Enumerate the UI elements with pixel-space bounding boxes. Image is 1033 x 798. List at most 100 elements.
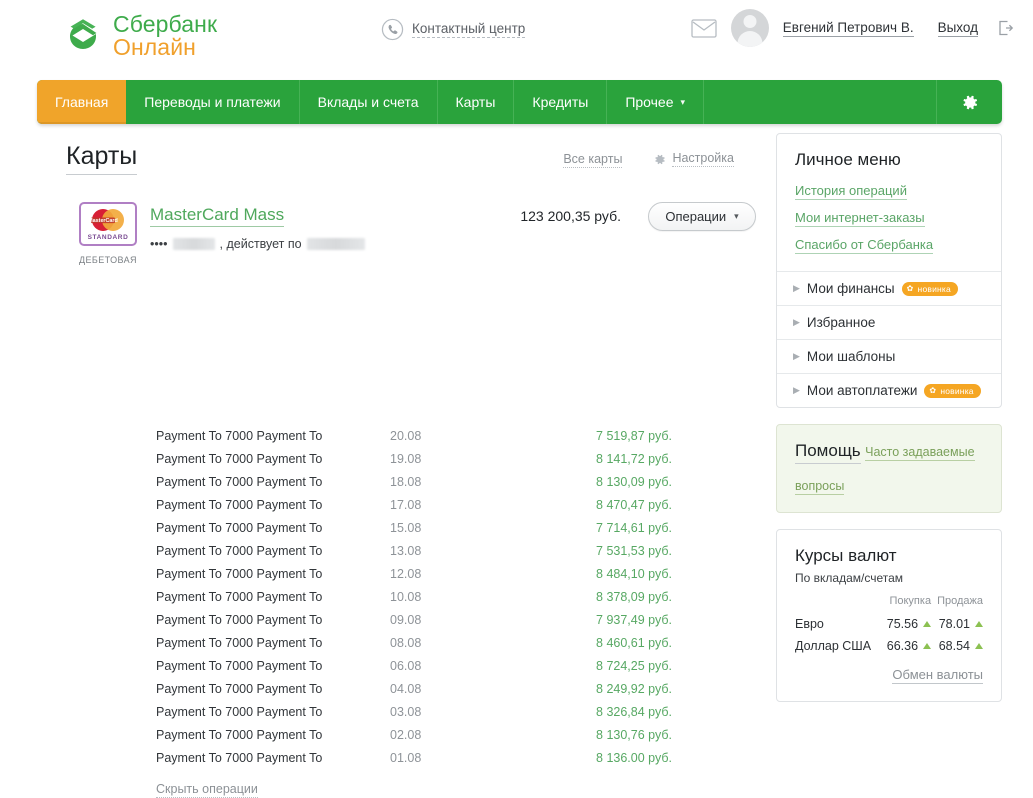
contact-center-link[interactable]: Контактный центр — [381, 18, 526, 41]
tx-amount: 7 937,49 руб. — [596, 612, 672, 627]
nav-item-label: Кредиты — [532, 94, 589, 110]
nav-item-label: Прочее — [625, 94, 674, 110]
user-name[interactable]: Евгений Петрович В. — [782, 20, 914, 37]
table-row[interactable]: Payment To 7000 Payment To 04.08 8 249,9… — [156, 677, 756, 700]
tx-date: 12.08 — [390, 566, 422, 581]
sidebar-item-autopayments[interactable]: ▶ Мои автоплатежи ✿ новинка — [777, 373, 1001, 407]
all-cards-link[interactable]: Все карты — [563, 152, 623, 168]
sidebar-item-templates[interactable]: ▶ Мои шаблоны — [777, 339, 1001, 373]
tx-description[interactable]: Payment To 7000 Payment To — [156, 429, 390, 443]
fx-buy-value: 75.56 — [886, 617, 919, 632]
sidebar-item-favorites[interactable]: ▶ Избранное — [777, 305, 1001, 339]
card-valid-label: , действует по — [219, 237, 302, 251]
tx-description[interactable]: Payment To 7000 Payment To — [156, 544, 390, 558]
tx-amount: 8 130,09 руб. — [596, 474, 672, 489]
table-row[interactable]: Payment To 7000 Payment To 01.08 8 136.0… — [156, 746, 756, 769]
tx-description[interactable]: Payment To 7000 Payment To — [156, 613, 390, 627]
mastercard-icon: MasterCard STANDARD — [79, 202, 137, 246]
currency-rates-panel: Курсы валют По вкладам/счетам Покупка Пр… — [776, 529, 1002, 703]
tx-description[interactable]: Payment To 7000 Payment To — [156, 705, 390, 719]
table-row[interactable]: Payment To 7000 Payment To 06.08 8 724,2… — [156, 654, 756, 677]
table-row[interactable]: Payment To 7000 Payment To 10.08 8 378,0… — [156, 585, 756, 608]
help-panel: Помощь Часто задаваемые вопросы — [776, 424, 1002, 514]
tx-description[interactable]: Payment To 7000 Payment To — [156, 475, 390, 489]
tx-description[interactable]: Payment To 7000 Payment To — [156, 682, 390, 696]
table-row[interactable]: Payment To 7000 Payment To 19.08 8 141,7… — [156, 447, 756, 470]
nav-settings-button[interactable] — [936, 80, 1002, 124]
col-sell: Продажа — [937, 595, 983, 608]
operations-button[interactable]: Операции ▾ — [648, 202, 756, 231]
card-icon-column: MasterCard STANDARD ДЕБЕТОВАЯ — [66, 202, 150, 265]
logout-link[interactable]: Выход — [937, 20, 978, 37]
currency-exchange-footer: Обмен валюты — [795, 666, 983, 685]
mail-icon[interactable] — [691, 18, 717, 38]
tx-date: 01.08 — [390, 750, 422, 765]
nav-item-transfers[interactable]: Переводы и платежи — [126, 80, 300, 124]
tx-description[interactable]: Payment To 7000 Payment To — [156, 498, 390, 512]
table-header-row: Покупка Продажа — [795, 595, 983, 613]
currency-rates-subtitle: По вкладам/счетам — [795, 571, 904, 586]
tx-amount: 8 141,72 руб. — [596, 451, 672, 466]
tx-description[interactable]: Payment To 7000 Payment To — [156, 452, 390, 466]
currency-exchange-link[interactable]: Обмен валюты — [892, 667, 983, 685]
transactions-list: Payment To 7000 Payment To 20.08 7 519,8… — [156, 424, 756, 769]
card-info: MasterCard Mass •••• , действует по — [150, 202, 471, 251]
tx-description[interactable]: Payment To 7000 Payment To — [156, 567, 390, 581]
badge-label: новинка — [940, 385, 974, 396]
settings-link[interactable]: Настройка — [653, 151, 734, 168]
tx-description[interactable]: Payment To 7000 Payment To — [156, 659, 390, 673]
card-balance: 123 200,35 руб. — [520, 208, 621, 224]
fx-sell-value: 68.54 — [938, 639, 970, 654]
nav-item-cards[interactable]: Карты — [438, 80, 515, 124]
sidebar-item-spasibo[interactable]: Спасибо от Сбербанка — [795, 237, 934, 254]
sberbank-logo[interactable]: Сбербанк Онлайн — [62, 12, 217, 60]
card-name-link[interactable]: MasterCard Mass — [150, 205, 285, 227]
tx-description[interactable]: Payment To 7000 Payment To — [156, 728, 390, 742]
table-row[interactable]: Payment To 7000 Payment To 13.08 7 531,5… — [156, 539, 756, 562]
table-row[interactable]: Payment To 7000 Payment To 03.08 8 326,8… — [156, 700, 756, 723]
tx-amount: 7 531,53 руб. — [596, 543, 672, 558]
tx-amount: 7 519,87 руб. — [596, 428, 672, 443]
tx-date: 13.08 — [390, 543, 422, 558]
tx-description[interactable]: Payment To 7000 Payment To — [156, 590, 390, 604]
nav-item-deposits[interactable]: Вклады и счета — [300, 80, 438, 124]
card-summary-row: MasterCard STANDARD ДЕБЕТОВАЯ MasterCard… — [66, 202, 756, 265]
col-currency — [795, 595, 881, 613]
mastercard-circles-icon: MasterCard — [88, 209, 124, 231]
fx-sell: 78.01 — [931, 613, 983, 635]
sidebar-item-my-finances[interactable]: ▶ Мои финансы ✿ новинка — [777, 271, 1001, 305]
trend-up-icon — [975, 621, 983, 628]
tx-date: 15.08 — [390, 520, 422, 535]
table-row[interactable]: Payment To 7000 Payment To 12.08 8 484,1… — [156, 562, 756, 585]
chevron-right-icon: ▶ — [793, 351, 800, 361]
nav-item-label: Переводы и платежи — [144, 94, 281, 110]
sidebar-item-internet-orders[interactable]: Мои интернет-заказы — [795, 210, 925, 227]
sparkle-icon: ✿ — [929, 386, 937, 395]
phone-icon — [381, 18, 404, 41]
table-row[interactable]: Payment To 7000 Payment To 18.08 8 130,0… — [156, 470, 756, 493]
hide-operations-link[interactable]: Скрыть операции — [156, 782, 258, 798]
table-row[interactable]: Payment To 7000 Payment To 17.08 8 470,4… — [156, 493, 756, 516]
logout-icon[interactable] — [998, 20, 1014, 36]
sidebar-item-history[interactable]: История операций — [795, 183, 907, 200]
tx-description[interactable]: Payment To 7000 Payment To — [156, 751, 390, 765]
sparkle-icon: ✿ — [906, 284, 914, 293]
logo-line-online: Онлайн — [113, 34, 196, 60]
table-row[interactable]: Payment To 7000 Payment To 20.08 7 519,8… — [156, 424, 756, 447]
table-row[interactable]: Payment To 7000 Payment To 02.08 8 130,7… — [156, 723, 756, 746]
sidebar-item-label: Мои финансы — [806, 281, 895, 296]
tx-description[interactable]: Payment To 7000 Payment To — [156, 636, 390, 650]
nav-item-other[interactable]: Прочее ▾ — [607, 80, 705, 124]
tx-description[interactable]: Payment To 7000 Payment To — [156, 521, 390, 535]
logo-text: Сбербанк Онлайн — [113, 12, 217, 60]
table-row[interactable]: Payment To 7000 Payment To 08.08 8 460,6… — [156, 631, 756, 654]
table-row[interactable]: Payment To 7000 Payment To 15.08 7 714,6… — [156, 516, 756, 539]
page-header: Сбербанк Онлайн Контактный центр Евгений… — [0, 0, 1033, 72]
status-badge: ✿ новинка — [901, 281, 958, 296]
nav-item-main[interactable]: Главная — [37, 80, 127, 124]
card-expiry-redacted — [306, 238, 365, 250]
avatar[interactable] — [730, 9, 769, 47]
nav-item-credits[interactable]: Кредиты — [514, 80, 608, 124]
table-row[interactable]: Payment To 7000 Payment To 09.08 7 937,4… — [156, 608, 756, 631]
tx-amount: 8 136.00 руб. — [596, 750, 672, 765]
